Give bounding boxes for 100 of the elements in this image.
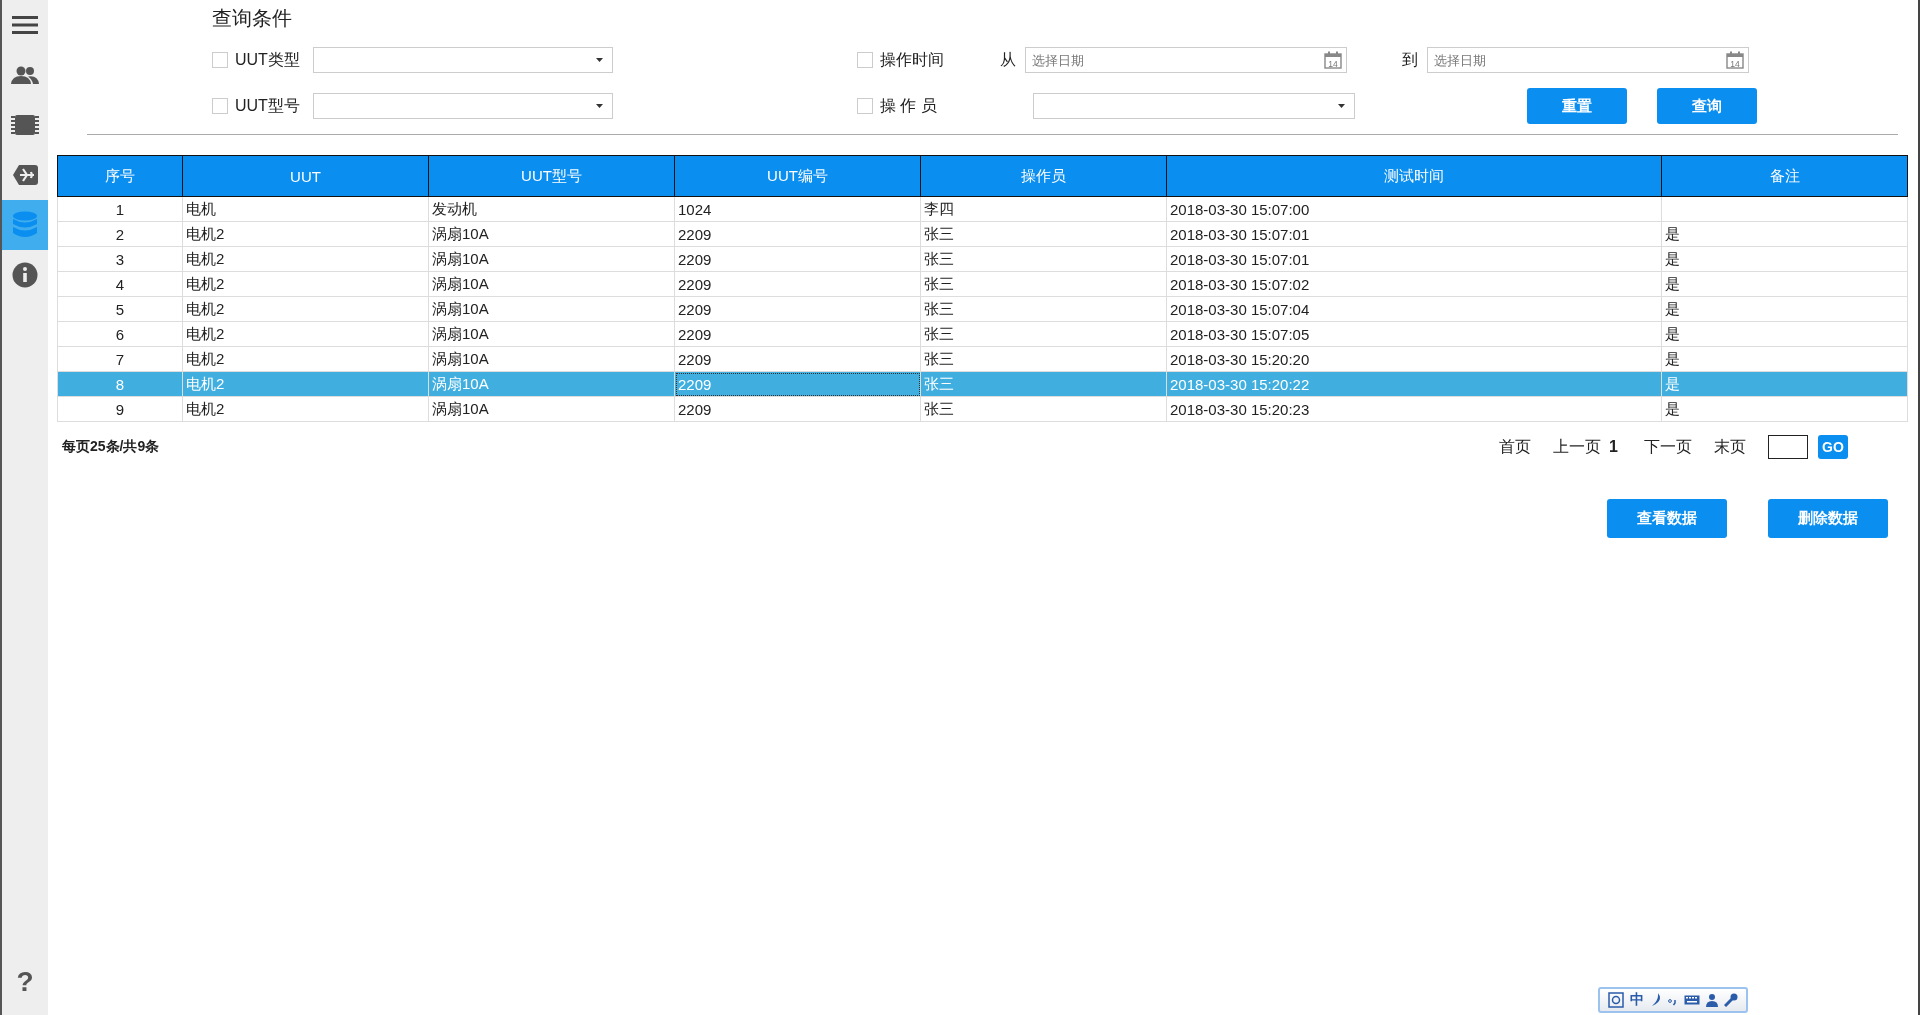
table-row[interactable]: 4 电机2 涡扇10A 2209 张三 2018-03-30 15:07:02 是 [57,271,1908,297]
table-cell: 电机2 [182,371,429,397]
table-cell: 3 [57,246,183,272]
table-cell: 2018-03-30 15:07:01 [1166,246,1662,272]
checkbox[interactable] [857,52,873,68]
table-cell: 涡扇10A [428,246,675,272]
table-cell: 涡扇10A [428,371,675,397]
prev-page-link[interactable]: 上一页 [1553,436,1602,458]
table-row[interactable]: 2 电机2 涡扇10A 2209 张三 2018-03-30 15:07:01 是 [57,221,1908,247]
table-row[interactable]: 1 电机 发动机 1024 李四 2018-03-30 15:07:00 [57,196,1908,222]
column-header[interactable]: UUT [182,155,429,197]
ime-mode[interactable]: 中 [1630,991,1644,1009]
table-row[interactable]: 3 电机2 涡扇10A 2209 张三 2018-03-30 15:07:01 是 [57,246,1908,272]
current-page: 1 [1609,438,1618,456]
table-cell: 电机2 [182,246,429,272]
table-cell: 是 [1661,271,1908,297]
calendar-icon: 14 [1324,51,1342,69]
column-header[interactable]: UUT编号 [674,155,921,197]
table-cell: 2209 [674,396,921,422]
table-cell: 是 [1661,221,1908,247]
table-cell: 2018-03-30 15:07:02 [1166,271,1662,297]
table-cell: 2209 [674,271,921,297]
next-page-link[interactable]: 下一页 [1644,436,1692,458]
table-cell: 张三 [920,296,1167,322]
column-header[interactable]: 备注 [1661,155,1908,197]
dropdown-arrow-icon [1338,104,1345,108]
table-row[interactable]: 9 电机2 涡扇10A 2209 张三 2018-03-30 15:20:23 是 [57,396,1908,422]
moon-icon[interactable] [1650,993,1662,1007]
table-cell: 涡扇10A [428,321,675,347]
to-label: 到 [1402,49,1419,70]
table-cell: 涡扇10A [428,221,675,247]
section-title: 查询条件 [212,6,293,31]
column-header[interactable]: 测试时间 [1166,155,1662,197]
table-cell: 2209 [674,371,921,397]
table-row[interactable]: 6 电机2 涡扇10A 2209 张三 2018-03-30 15:07:05 是 [57,321,1908,347]
table-cell: 2209 [674,221,921,247]
table-cell: 涡扇10A [428,271,675,297]
table-cell: 张三 [920,246,1167,272]
database-icon [12,211,38,239]
users-icon [11,66,39,84]
table-cell: 涡扇10A [428,346,675,372]
query-button[interactable]: 重置 [1527,88,1627,124]
table-cell: 2018-03-30 15:07:00 [1166,196,1662,222]
info-icon [12,262,38,288]
first-page-link[interactable]: 首页 [1499,436,1532,458]
table-cell: 电机2 [182,346,429,372]
table-cell: 是 [1661,396,1908,422]
dropdown-arrow-icon [596,104,603,108]
dropdown-arrow-icon [596,58,603,62]
action-button[interactable]: 删除数据 [1768,499,1888,538]
keyboard-icon[interactable] [1684,995,1700,1005]
table-cell: 电机2 [182,321,429,347]
filter-label: UUT型号 [235,95,301,116]
table-cell: 4 [57,271,183,297]
table-cell: 是 [1661,296,1908,322]
column-header[interactable]: 操作员 [920,155,1167,197]
table-cell: 张三 [920,271,1167,297]
table-cell: 2209 [674,246,921,272]
page-input[interactable] [1768,435,1808,459]
filter-label: 操 作 员 [880,95,938,116]
page-summary: 每页25条/共9条 [61,438,160,456]
table-cell: 2209 [674,296,921,322]
help-button[interactable]: ? [2,959,48,1015]
table-cell: 1024 [674,196,921,222]
table-cell: 电机2 [182,221,429,247]
user-icon[interactable] [1706,993,1718,1007]
table-cell: 张三 [920,321,1167,347]
go-button[interactable]: GO [1818,435,1848,459]
table-cell: 2018-03-30 15:07:04 [1166,296,1662,322]
airplane-tag-icon [11,163,39,187]
table-cell: 电机2 [182,296,429,322]
table-cell: 2209 [674,321,921,347]
action-button[interactable]: 查看数据 [1607,499,1727,538]
table-row[interactable]: 5 电机2 涡扇10A 2209 张三 2018-03-30 15:07:04 是 [57,296,1908,322]
table-cell: 2018-03-30 15:07:05 [1166,321,1662,347]
table-cell: 李四 [920,196,1167,222]
table-row[interactable]: 7 电机2 涡扇10A 2209 张三 2018-03-30 15:20:20 是 [57,346,1908,372]
last-page-link[interactable]: 末页 [1714,436,1746,458]
table-cell: 张三 [920,221,1167,247]
checkbox[interactable] [212,52,228,68]
table-cell: 张三 [920,346,1167,372]
checkbox[interactable] [212,98,228,114]
wrench-icon[interactable] [1724,993,1738,1007]
table-cell: 2209 [674,346,921,372]
column-header[interactable]: UUT型号 [428,155,675,197]
column-header[interactable]: 序号 [57,155,183,197]
table-cell: 电机 [182,196,429,222]
table-cell: 7 [57,346,183,372]
menu-icon [12,15,38,35]
filter-label: UUT类型 [235,49,301,70]
table-cell: 是 [1661,246,1908,272]
table-cell: 涡扇10A [428,296,675,322]
table-cell: 电机2 [182,271,429,297]
table-cell: 是 [1661,371,1908,397]
table-cell: 张三 [920,396,1167,422]
checkbox[interactable] [857,98,873,114]
table-cell: 9 [57,396,183,422]
filter-label: 操作时间 [880,49,945,70]
table-cell: 2018-03-30 15:07:01 [1166,221,1662,247]
query-button[interactable]: 查询 [1657,88,1757,124]
